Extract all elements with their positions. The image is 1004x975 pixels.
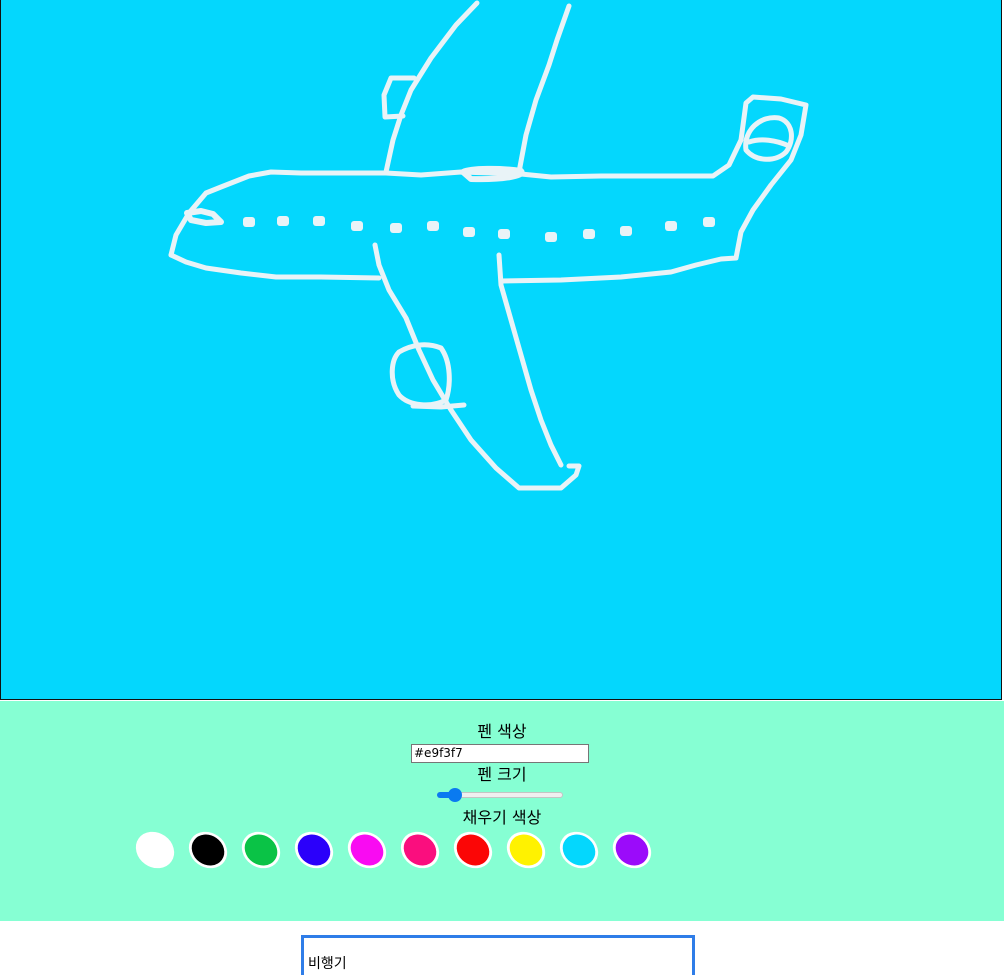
fill-color-swatch-blue[interactable] <box>287 824 341 876</box>
pen-color-label: 펜 색상 <box>477 722 527 741</box>
pen-size-slider[interactable] <box>437 788 563 802</box>
fill-color-swatch-black[interactable] <box>181 824 235 876</box>
airplane-window-mark <box>351 221 363 231</box>
airplane-window-mark <box>463 227 475 237</box>
fill-color-swatch-white[interactable] <box>128 824 182 876</box>
answer-area <box>0 921 1004 975</box>
airplane-window-mark <box>277 216 289 226</box>
airplane-window-mark <box>427 221 439 231</box>
airplane-window-mark <box>498 229 510 239</box>
airplane-window-mark <box>665 221 677 231</box>
fill-color-swatch-magenta[interactable] <box>340 824 394 876</box>
fill-color-label: 채우기 색상 <box>462 808 542 827</box>
canvas-background <box>1 0 1001 699</box>
pen-color-input[interactable] <box>411 744 589 763</box>
drawing-surface[interactable] <box>1 0 1001 699</box>
fill-color-swatch-red[interactable] <box>446 824 500 876</box>
fill-color-swatch-pink[interactable] <box>393 824 447 876</box>
airplane-window-mark <box>313 216 325 226</box>
pen-size-slider-thumb[interactable] <box>448 788 463 802</box>
drawing-canvas[interactable] <box>0 0 1002 700</box>
pen-size-label: 펜 크기 <box>477 765 527 784</box>
airplane-window-mark <box>390 223 402 233</box>
answer-input[interactable] <box>301 935 695 975</box>
fill-color-swatch-purple[interactable] <box>605 824 659 876</box>
fill-color-swatch-yellow[interactable] <box>499 824 553 876</box>
airplane-window-mark <box>703 217 715 227</box>
airplane-window-mark <box>583 229 595 239</box>
airplane-window-mark <box>545 232 557 242</box>
controls-panel: 펜 색상 펜 크기 채우기 색상 <box>0 701 1004 921</box>
lower-engine-exhaust-stroke <box>410 402 467 410</box>
fill-color-swatch-green[interactable] <box>234 824 288 876</box>
fill-color-swatch-sky-blue[interactable] <box>552 824 606 876</box>
airplane-window-mark <box>243 217 255 227</box>
airplane-window-mark <box>620 226 632 236</box>
